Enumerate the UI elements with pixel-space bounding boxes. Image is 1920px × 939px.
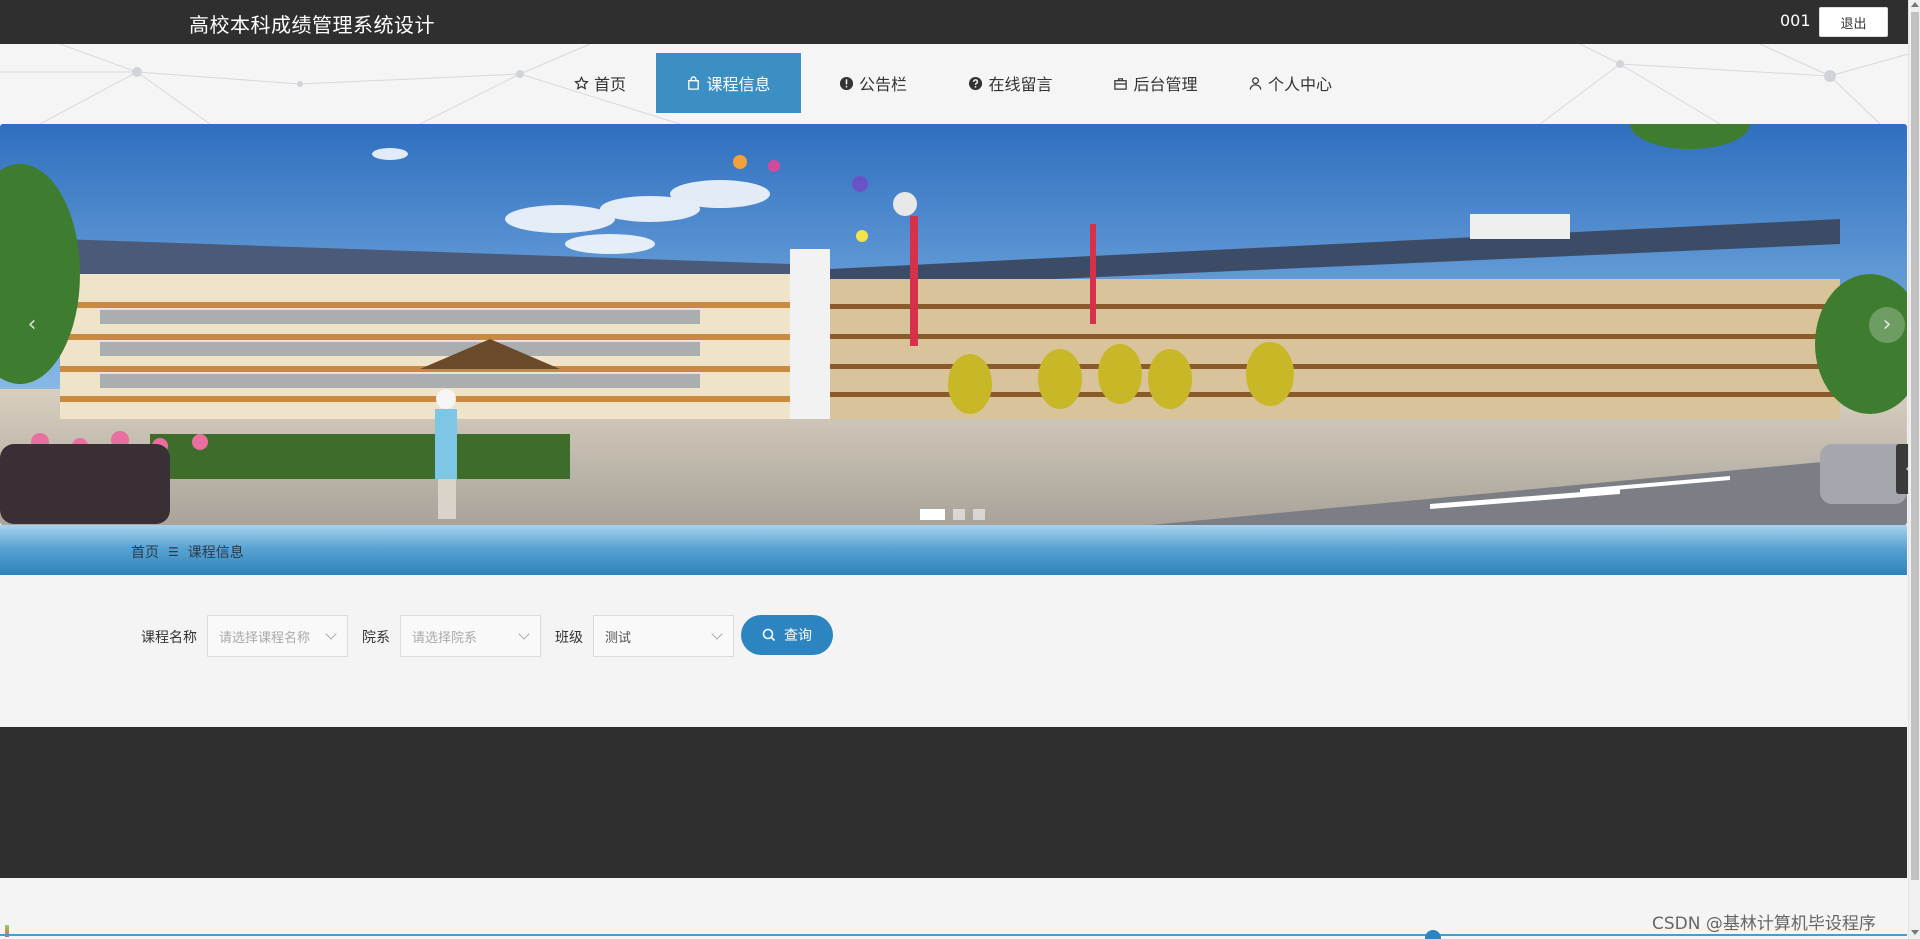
- nav-area: 首页 课程信息 公告栏 在线留言 后台管理 个人中心: [0, 44, 1908, 124]
- nav-item-notices[interactable]: 公告栏: [818, 53, 928, 113]
- nav-item-label: 首页: [593, 75, 626, 94]
- chevron-down-icon: [711, 628, 723, 640]
- banner-dot-2[interactable]: [953, 509, 965, 520]
- class-value: 测试: [605, 630, 632, 646]
- course-name-placeholder: 请选择课程名称: [219, 630, 311, 646]
- page-scrollbar[interactable]: [1908, 0, 1920, 939]
- search-button[interactable]: 查询: [741, 615, 833, 655]
- nav-item-messages[interactable]: 在线留言: [948, 53, 1073, 113]
- nav-item-label: 公告栏: [858, 75, 907, 94]
- nav-item-profile[interactable]: 个人中心: [1240, 53, 1340, 113]
- breadcrumb-separator-icon: ☰: [168, 545, 179, 559]
- exclamation-circle-icon: [839, 76, 854, 90]
- watermark: CSDN @基林计算机毕设程序: [1652, 914, 1876, 934]
- nav-item-label: 课程信息: [706, 75, 771, 94]
- department-label: 院系: [362, 630, 390, 646]
- department-placeholder: 请选择院系: [412, 630, 478, 646]
- footer: [0, 727, 1907, 878]
- search-icon: [762, 628, 776, 642]
- department-select[interactable]: 请选择院系: [400, 615, 541, 657]
- breadcrumb-bar: 首页 ☰ 课程信息: [0, 525, 1907, 575]
- nav-item-courses[interactable]: 课程信息: [656, 53, 801, 113]
- nav-item-home[interactable]: 首页: [560, 53, 640, 113]
- nav-item-admin[interactable]: 后台管理: [1093, 53, 1218, 113]
- top-bar: 高校本科成绩管理系统设计 001 退出: [0, 0, 1908, 44]
- nav-item-label: 后台管理: [1133, 75, 1198, 94]
- banner-dot-1[interactable]: [920, 509, 945, 520]
- banner-image: [0, 124, 1907, 525]
- chevron-down-icon: [325, 628, 337, 640]
- nav-item-label: 个人中心: [1267, 75, 1332, 94]
- user-icon: [1249, 76, 1262, 90]
- star-icon: [574, 75, 589, 90]
- bottom-progress-line: [0, 934, 1907, 936]
- class-label: 班级: [555, 630, 583, 646]
- banner-dots: [920, 509, 985, 520]
- class-select[interactable]: 测试: [593, 615, 734, 657]
- chevron-left-icon: ‹: [27, 312, 37, 337]
- scroll-up-arrow-icon[interactable]: [1911, 2, 1919, 7]
- nav-item-label: 在线留言: [988, 75, 1053, 94]
- site-title: 高校本科成绩管理系统设计: [189, 13, 435, 37]
- scroll-down-arrow-icon[interactable]: [1911, 930, 1919, 935]
- search-form: 课程名称 请选择课程名称 院系 请选择院系 班级 测试 查询: [0, 615, 1907, 657]
- search-button-label: 查询: [784, 628, 812, 644]
- bag-icon: [688, 75, 700, 90]
- logout-button[interactable]: 退出: [1819, 7, 1888, 37]
- banner-carousel[interactable]: ‹ ›: [0, 124, 1907, 525]
- banner-dot-3[interactable]: [973, 509, 985, 520]
- course-name-select[interactable]: 请选择课程名称: [207, 615, 348, 657]
- chevron-right-icon: ›: [1869, 306, 1905, 343]
- breadcrumb-current: 课程信息: [187, 545, 244, 561]
- username-label: 001: [1780, 11, 1811, 30]
- chevron-down-icon: [518, 628, 530, 640]
- breadcrumb: 首页 ☰ 课程信息: [131, 542, 244, 562]
- scroll-thumb[interactable]: [1911, 12, 1919, 880]
- banner-prev-button[interactable]: ‹: [12, 124, 52, 525]
- question-circle-icon: [969, 76, 983, 90]
- main-nav: 首页 课程信息 公告栏 在线留言 后台管理 个人中心: [0, 53, 1908, 113]
- breadcrumb-home[interactable]: 首页: [131, 542, 159, 562]
- course-name-label: 课程名称: [141, 630, 197, 646]
- bottom-knob: [1425, 930, 1441, 939]
- briefcase-icon: [1114, 77, 1128, 90]
